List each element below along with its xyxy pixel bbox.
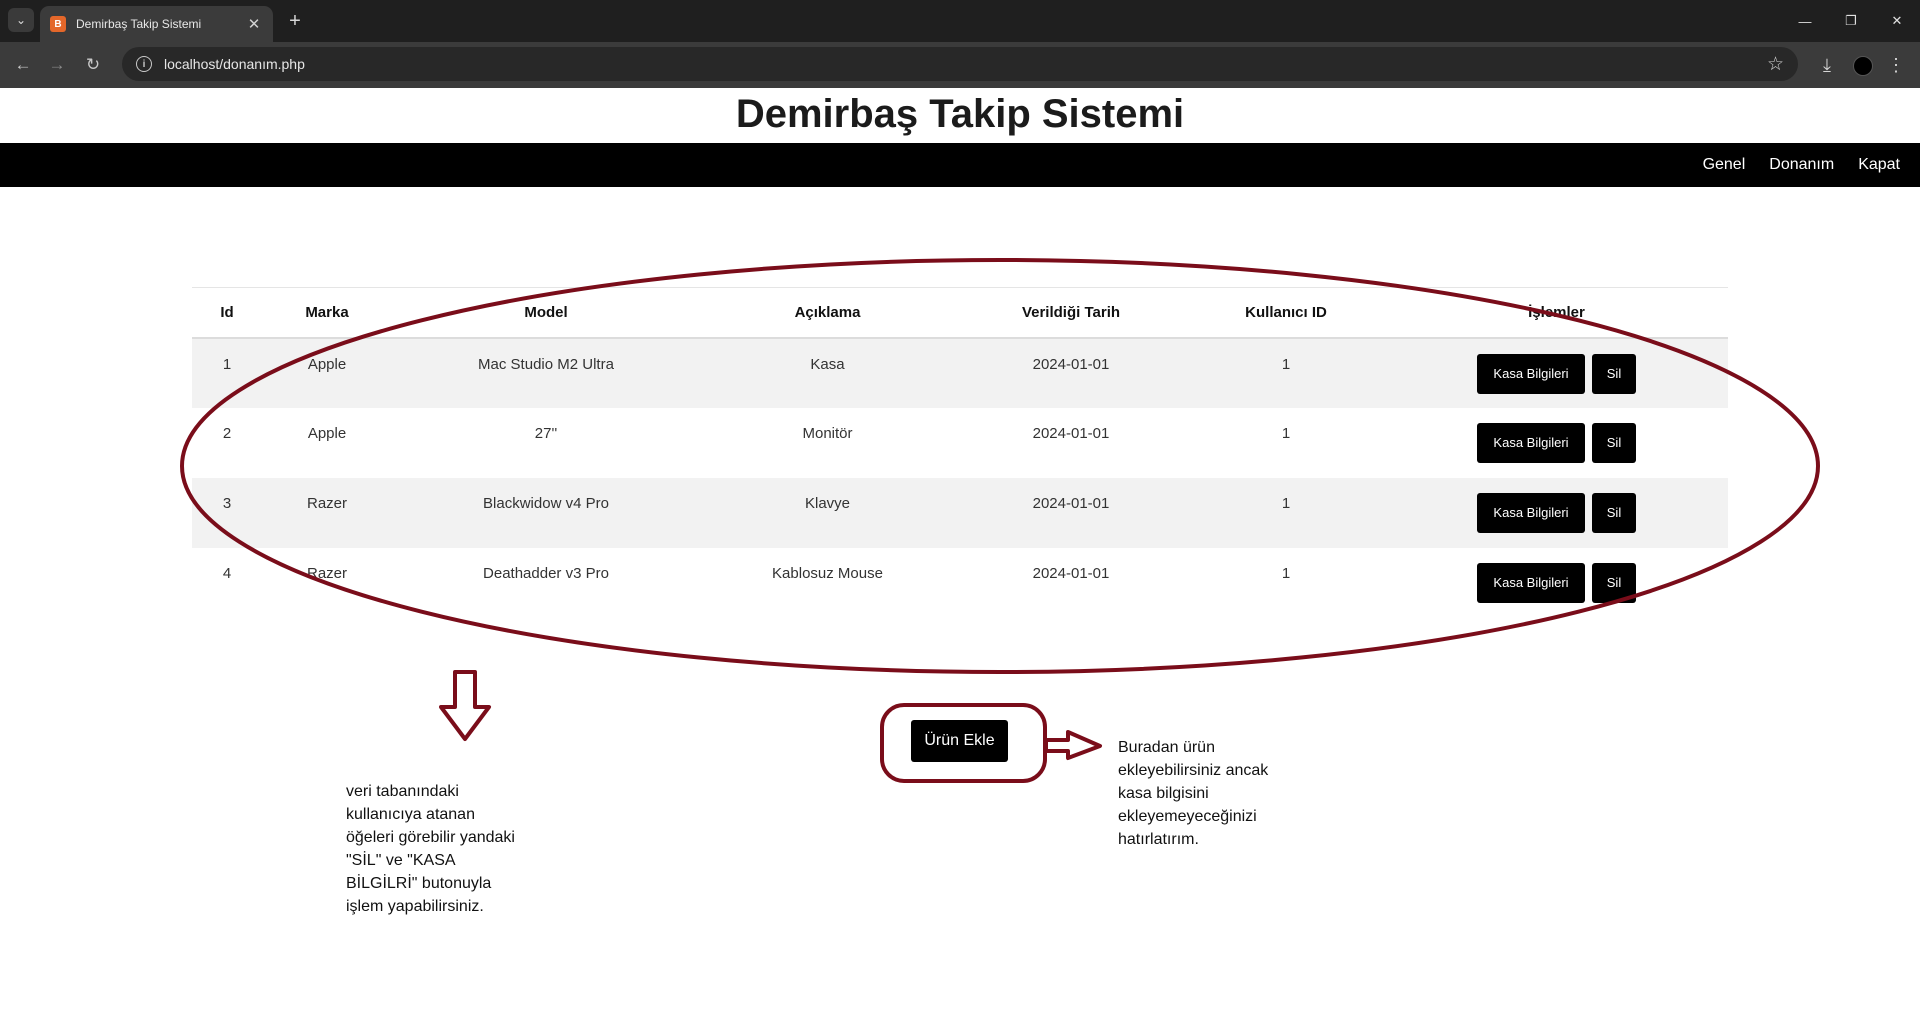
annotation-note-table: veri tabanındaki kullanıcıya atanan öğel…: [346, 783, 515, 915]
table-row: 3 Razer Blackwidow v4 Pro Klavye 2024-01…: [192, 477, 1728, 548]
cell-model: Blackwidow v4 Pro: [392, 477, 700, 548]
column-header-model: Model: [392, 287, 700, 339]
more-menu-icon[interactable]: ⋮: [1886, 52, 1906, 78]
cell-model: Mac Studio M2 Ultra: [392, 337, 700, 408]
cell-kullanici-id: 1: [1187, 337, 1385, 408]
cell-aciklama: Monitör: [802, 424, 853, 442]
nav-link-genel[interactable]: Genel: [1703, 156, 1746, 174]
table-row: 4 Razer Deathadder v3 Pro Kablosuz Mouse…: [192, 548, 1728, 618]
cell-kullanici-id: 1: [1281, 424, 1291, 442]
cell-kullanici-id: 1: [1281, 564, 1291, 582]
cell-aciklama: Klavye: [700, 477, 955, 548]
kasa-bilgileri-button[interactable]: Kasa Bilgileri: [1477, 562, 1585, 603]
reload-icon[interactable]: ↻: [80, 52, 106, 78]
cell-model: 27'': [534, 424, 558, 442]
cell-marka: Apple: [307, 424, 347, 442]
cell-model: Deathadder v3 Pro: [483, 564, 609, 582]
browser-tab[interactable]: B Demirbaş Takip Sistemi ✕: [40, 6, 273, 42]
table-row: 2 Apple 27'' Monitör 2024-01-01 1 Kasa B…: [192, 408, 1728, 478]
column-header-id: Id: [192, 287, 262, 339]
cell-tarih: 2024-01-01: [955, 337, 1187, 408]
cell-actions: Kasa Bilgileri Sil: [1385, 337, 1728, 408]
sil-button[interactable]: Sil: [1592, 562, 1636, 603]
close-window-icon[interactable]: ✕: [1874, 0, 1920, 42]
cell-id: 2: [222, 424, 232, 442]
nav-link-donanim[interactable]: Donanım: [1769, 156, 1834, 174]
tab-title: Demirbaş Takip Sistemi: [76, 17, 202, 31]
cell-actions: Kasa Bilgileri Sil: [1385, 477, 1728, 548]
cell-aciklama: Kablosuz Mouse: [772, 564, 883, 582]
cell-marka: Razer: [262, 477, 392, 548]
urun-ekle-button[interactable]: Ürün Ekle: [911, 720, 1008, 762]
column-header-kullanici-id: Kullanıcı ID: [1187, 287, 1385, 339]
browser-tab-bar: ⌄ B Demirbaş Takip Sistemi ✕ + — ❐ ✕: [0, 0, 1920, 42]
kasa-bilgileri-button[interactable]: Kasa Bilgileri: [1477, 422, 1585, 463]
hardware-table: Id Marka Model Açıklama Verildiği Tarih …: [192, 287, 1728, 618]
cell-actions: Kasa Bilgileri Sil: [1385, 548, 1728, 618]
cell-tarih: 2024-01-01: [955, 477, 1187, 548]
tab-search-icon[interactable]: ⌄: [8, 8, 34, 32]
down-arrow-icon: [439, 670, 491, 741]
sil-button[interactable]: Sil: [1592, 422, 1636, 463]
table-row: 1 Apple Mac Studio M2 Ultra Kasa 2024-01…: [192, 337, 1728, 408]
cell-aciklama: Kasa: [700, 337, 955, 408]
profile-avatar-icon[interactable]: [1853, 56, 1873, 76]
column-header-tarih: Verildiği Tarih: [955, 287, 1187, 339]
new-tab-icon[interactable]: +: [282, 8, 308, 34]
right-arrow-icon: [1044, 730, 1102, 760]
favicon-icon: B: [50, 16, 66, 32]
column-header-aciklama: Açıklama: [700, 287, 955, 339]
column-header-marka: Marka: [262, 287, 392, 339]
browser-toolbar: ← → ↻ i localhost/donanım.php ☆ ⤓ ⋮: [0, 42, 1920, 88]
tab-close-icon[interactable]: ✕: [245, 15, 263, 33]
top-navbar: Genel Donanım Kapat: [0, 143, 1920, 187]
address-bar[interactable]: i localhost/donanım.php ☆: [122, 47, 1798, 81]
table-header-row: Id Marka Model Açıklama Verildiği Tarih …: [192, 287, 1728, 339]
minimize-icon[interactable]: —: [1782, 0, 1828, 42]
column-header-islemler: İşlemler: [1385, 287, 1728, 339]
url-text: localhost/donanım.php: [164, 56, 305, 72]
kasa-bilgileri-button[interactable]: Kasa Bilgileri: [1477, 353, 1585, 394]
sil-button[interactable]: Sil: [1592, 492, 1636, 533]
back-icon[interactable]: ←: [10, 52, 36, 78]
site-info-icon[interactable]: i: [136, 56, 152, 72]
restore-icon[interactable]: ❐: [1828, 0, 1874, 42]
cell-actions: Kasa Bilgileri Sil: [1385, 408, 1728, 478]
cell-kullanici-id: 1: [1187, 477, 1385, 548]
page-title: Demirbaş Takip Sistemi: [735, 92, 1185, 136]
cell-marka: Apple: [262, 337, 392, 408]
sil-button[interactable]: Sil: [1592, 353, 1636, 394]
cell-tarih: 2024-01-01: [1032, 564, 1110, 582]
cell-id: 1: [192, 337, 262, 408]
forward-icon[interactable]: →: [44, 52, 70, 78]
cell-tarih: 2024-01-01: [1032, 424, 1110, 442]
annotation-note-add: Buradan ürün ekleyebilirsiniz ancak kasa…: [1118, 739, 1269, 848]
kasa-bilgileri-button[interactable]: Kasa Bilgileri: [1477, 492, 1585, 533]
cell-id: 4: [222, 564, 232, 582]
window-controls: — ❐ ✕: [1782, 0, 1920, 42]
download-icon[interactable]: ⤓: [1814, 52, 1840, 78]
cell-id: 3: [192, 477, 262, 548]
nav-link-kapat[interactable]: Kapat: [1858, 156, 1900, 174]
bookmark-star-icon[interactable]: ☆: [1767, 53, 1784, 76]
cell-marka: Razer: [306, 564, 347, 582]
